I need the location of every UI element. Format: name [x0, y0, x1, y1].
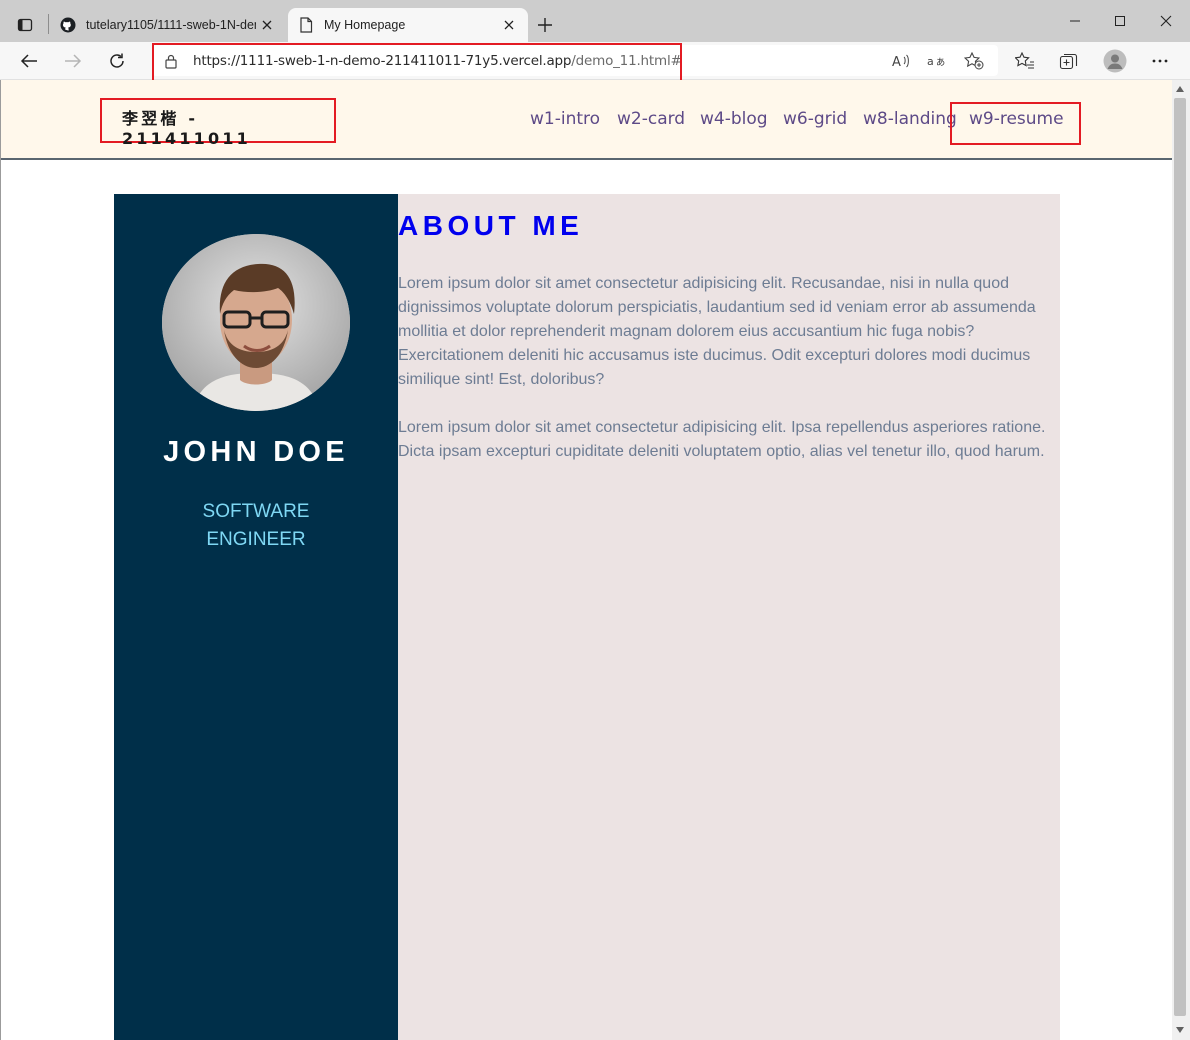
- more-options-icon[interactable]: [1146, 47, 1174, 75]
- scroll-thumb[interactable]: [1174, 98, 1186, 1016]
- page-viewport: 李翌楷 - 211411011 w1-intro w2-card w4-blog…: [0, 80, 1172, 1040]
- about-paragraph-2: Lorem ipsum dolor sit amet consectetur a…: [398, 419, 1046, 460]
- forward-icon: [59, 47, 87, 75]
- resume-card: JOHN DOE SOFTWARE ENGINEER ABOUT ME Lore…: [114, 194, 1060, 1040]
- minimize-icon[interactable]: [1060, 8, 1090, 34]
- site-brand: 李翌楷 - 211411011: [122, 109, 251, 148]
- site-header: 李翌楷 - 211411011 w1-intro w2-card w4-blog…: [1, 80, 1172, 160]
- tab-separator: [48, 14, 49, 34]
- translate-icon[interactable]: aぁ: [926, 50, 948, 72]
- tab-title: My Homepage: [324, 18, 406, 32]
- tab-github[interactable]: tutelary1105/1111-sweb-1N-demo: [50, 8, 286, 42]
- close-window-icon[interactable]: [1151, 8, 1181, 34]
- browser-toolbar: https://1111-sweb-1-n-demo-211411011-71y…: [0, 42, 1190, 82]
- back-icon[interactable]: [15, 47, 43, 75]
- resume-sidebar: JOHN DOE SOFTWARE ENGINEER: [114, 194, 398, 1040]
- svg-text:ぁ: ぁ: [935, 55, 946, 68]
- scroll-down-icon[interactable]: [1175, 1025, 1185, 1035]
- about-me-title: ABOUT ME: [398, 210, 584, 241]
- svg-text:a: a: [927, 55, 934, 68]
- address-highlight-box: [152, 43, 682, 82]
- close-tab-icon[interactable]: [500, 16, 518, 34]
- profile-avatar-icon[interactable]: [1101, 47, 1129, 75]
- nav-link-w1-intro[interactable]: w1-intro: [530, 109, 600, 129]
- collections-icon[interactable]: [1055, 47, 1083, 75]
- browser-tab-bar: tutelary1105/1111-sweb-1N-demo My Homepa…: [0, 0, 1190, 42]
- resume-name: JOHN DOE: [163, 436, 349, 468]
- nav-highlight-box: [950, 102, 1081, 145]
- github-icon: [60, 17, 76, 33]
- tab-title: tutelary1105/1111-sweb-1N-demo: [86, 18, 256, 32]
- add-favorite-icon[interactable]: [963, 50, 985, 72]
- refresh-icon[interactable]: [103, 47, 131, 75]
- tab-my-homepage[interactable]: My Homepage: [288, 8, 528, 42]
- brand-box: 李翌楷 - 211411011: [100, 98, 336, 148]
- scroll-up-icon[interactable]: [1175, 84, 1185, 94]
- maximize-icon[interactable]: [1105, 8, 1135, 34]
- profile-photo: [162, 234, 350, 411]
- svg-text:A: A: [892, 55, 901, 69]
- tab-actions-icon[interactable]: [12, 12, 38, 38]
- read-aloud-icon[interactable]: A: [890, 50, 912, 72]
- resume-role: SOFTWARE ENGINEER: [202, 501, 310, 550]
- new-tab-icon[interactable]: [534, 14, 556, 36]
- page-scrollbar[interactable]: [1172, 80, 1190, 1040]
- nav-link-w6-grid[interactable]: w6-grid: [783, 109, 847, 129]
- favorites-icon[interactable]: [1011, 47, 1039, 75]
- resume-main: ABOUT ME Lorem ipsum dolor sit amet cons…: [398, 194, 1060, 1040]
- nav-link-w4-blog[interactable]: w4-blog: [700, 109, 768, 129]
- page-icon: [298, 17, 314, 33]
- close-tab-icon[interactable]: [258, 16, 276, 34]
- about-paragraph-1: Lorem ipsum dolor sit amet consectetur a…: [398, 275, 1036, 388]
- nav-link-w8-landing[interactable]: w8-landing: [863, 109, 957, 129]
- nav-link-w2-card[interactable]: w2-card: [617, 109, 685, 129]
